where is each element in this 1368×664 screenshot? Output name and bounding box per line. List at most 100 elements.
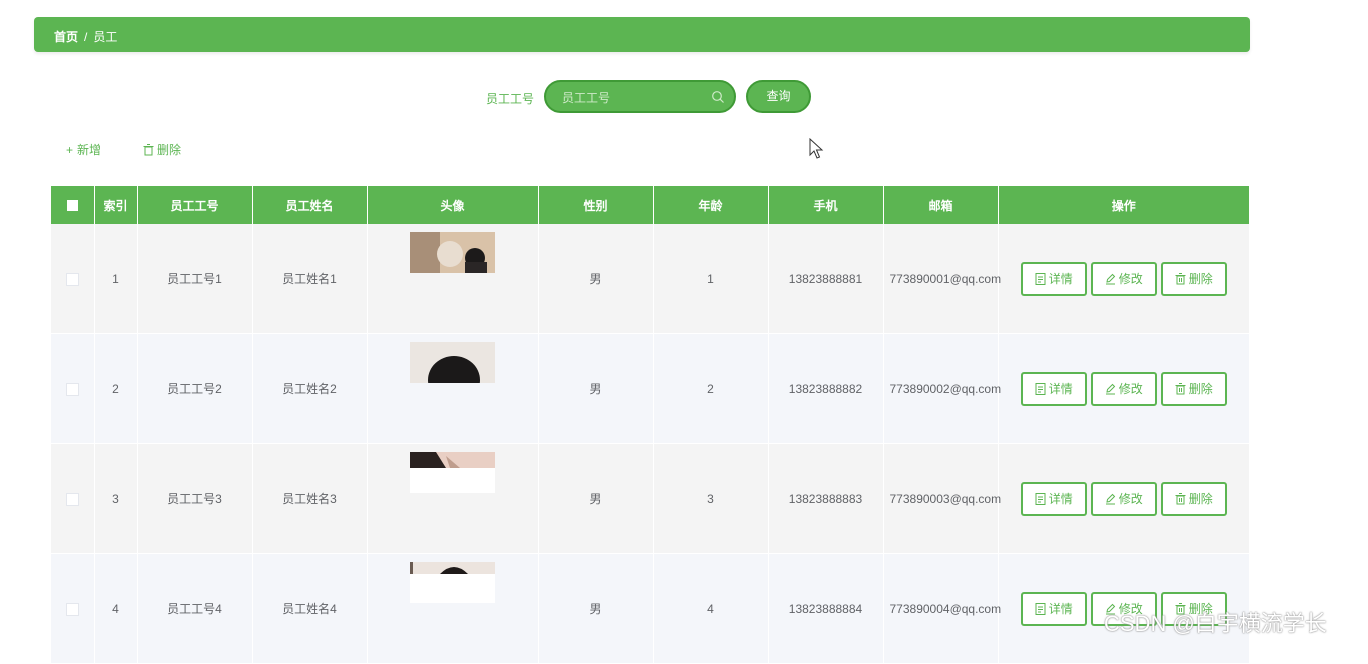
row-checkbox[interactable] — [65, 602, 79, 616]
cell-name: 员工姓名1 — [252, 224, 368, 334]
avatar-photo[interactable] — [410, 342, 495, 383]
breadcrumb-bar: 首页 / 员工 — [34, 17, 1250, 52]
row-delete-label: 删除 — [1188, 491, 1213, 506]
query-button[interactable]: 查询 — [746, 80, 811, 113]
watermark: CSDN @白宇横流学长 — [1104, 611, 1327, 636]
row-checkbox[interactable] — [65, 272, 79, 286]
table-row: 2 员工工号2 员工姓名2 男 2 13823888882 773890002@qq.com… — [51, 333, 1249, 444]
search-label: 员工工号 — [486, 92, 535, 106]
cell-avatar — [367, 224, 539, 334]
edit-label: 修改 — [1118, 491, 1143, 506]
cell-gender: 男 — [538, 553, 654, 664]
detail-label: 详情 — [1048, 601, 1073, 616]
edit-label: 修改 — [1118, 271, 1143, 286]
detail-button[interactable]: 详情 — [1020, 371, 1087, 406]
cell-gender: 男 — [538, 333, 654, 444]
cell-email: 773890004@qq.com — [883, 553, 1002, 664]
cell-email: 773890003@qq.com — [883, 443, 1002, 554]
cell-index: 4 — [94, 553, 138, 664]
row-checkbox-cell[interactable] — [51, 333, 95, 444]
cell-actions: 详情 修改 删除 — [998, 333, 1249, 444]
row-delete-button[interactable]: 删除 — [1160, 261, 1227, 296]
edit-icon — [1105, 383, 1115, 394]
row-checkbox[interactable] — [65, 382, 79, 396]
table-row: 1 员工工号1 员工姓名1 男 1 13823888881 773890001@qq.com… — [51, 224, 1249, 334]
avatar-photo[interactable] — [410, 562, 495, 603]
avatar-photo[interactable] — [410, 232, 495, 273]
edit-button[interactable]: 修改 — [1090, 371, 1157, 406]
add-button-label: 新增 — [77, 143, 102, 157]
cell-avatar — [367, 333, 539, 444]
edit-button[interactable]: 修改 — [1090, 261, 1157, 296]
document-icon — [1035, 602, 1046, 615]
batch-delete-button[interactable]: 删除 — [143, 141, 181, 158]
cell-avatar — [367, 443, 539, 554]
breadcrumb: 首页 / 员工 — [54, 28, 117, 45]
select-all-checkbox-cell[interactable] — [51, 186, 95, 224]
cell-actions: 详情 修改 删除 — [998, 224, 1249, 334]
table-header-row: 索引 员工工号 员工姓名 头像 性别 年龄 手机 邮箱 操作 — [51, 186, 1249, 224]
email-text: 773890004@qq.com — [889, 601, 1002, 616]
cell-avatar — [367, 553, 539, 664]
cell-index: 1 — [94, 224, 138, 334]
cell-emp-no: 员工工号1 — [137, 224, 253, 334]
search-input[interactable] — [560, 88, 714, 108]
email-text: 773890003@qq.com — [889, 491, 1002, 506]
plus-icon: + — [66, 143, 74, 157]
col-header-avatar: 头像 — [367, 186, 539, 224]
cell-index: 3 — [94, 443, 138, 554]
mouse-cursor-icon — [809, 138, 824, 159]
col-header-age: 年龄 — [653, 186, 769, 224]
row-delete-button[interactable]: 删除 — [1160, 481, 1227, 516]
document-icon — [1035, 492, 1046, 505]
email-text: 773890001@qq.com — [889, 271, 1002, 286]
email-text: 773890002@qq.com — [889, 381, 1002, 396]
row-delete-button[interactable]: 删除 — [1160, 371, 1227, 406]
row-checkbox[interactable] — [65, 492, 79, 506]
col-header-index: 索引 — [94, 186, 138, 224]
add-button[interactable]: + 新增 — [66, 141, 101, 158]
trash-icon — [1175, 272, 1186, 284]
cell-age: 3 — [653, 443, 769, 554]
table-row: 3 员工工号3 员工姓名3 男 3 13823888883 773890003@qq.com… — [51, 443, 1249, 554]
trash-icon — [1175, 492, 1186, 504]
search-field[interactable] — [544, 80, 736, 113]
detail-button[interactable]: 详情 — [1020, 481, 1087, 516]
row-delete-label: 删除 — [1188, 271, 1213, 286]
row-delete-label: 删除 — [1188, 381, 1213, 396]
cell-index: 2 — [94, 333, 138, 444]
cell-phone: 13823888882 — [768, 333, 884, 444]
cell-age: 1 — [653, 224, 769, 334]
cell-age: 4 — [653, 553, 769, 664]
breadcrumb-home[interactable]: 首页 — [54, 30, 78, 44]
row-checkbox-cell[interactable] — [51, 553, 95, 664]
avatar-photo[interactable] — [410, 452, 495, 493]
edit-icon — [1105, 493, 1115, 504]
col-header-email: 邮箱 — [883, 186, 999, 224]
detail-button[interactable]: 详情 — [1020, 261, 1087, 296]
cell-emp-no: 员工工号4 — [137, 553, 253, 664]
cell-phone: 13823888884 — [768, 553, 884, 664]
breadcrumb-current: 员工 — [93, 30, 118, 44]
document-icon — [1035, 382, 1046, 395]
detail-label: 详情 — [1048, 491, 1073, 506]
cell-gender: 男 — [538, 224, 654, 334]
col-header-name: 员工姓名 — [252, 186, 368, 224]
detail-button[interactable]: 详情 — [1020, 591, 1087, 626]
trash-icon — [1175, 382, 1186, 394]
breadcrumb-separator: / — [84, 30, 88, 44]
edit-label: 修改 — [1118, 381, 1143, 396]
edit-button[interactable]: 修改 — [1090, 481, 1157, 516]
row-checkbox-cell[interactable] — [51, 224, 95, 334]
detail-label: 详情 — [1048, 271, 1073, 286]
table-row: 4 员工工号4 员工姓名4 男 4 13823888884 773890004@qq.com… — [51, 553, 1249, 664]
employee-table: 索引 员工工号 员工姓名 头像 性别 年龄 手机 邮箱 操作 1 员工工号1 员工姓… — [51, 186, 1249, 664]
cell-name: 员工姓名2 — [252, 333, 368, 444]
row-checkbox-cell[interactable] — [51, 443, 95, 554]
detail-label: 详情 — [1048, 381, 1073, 396]
col-header-actions: 操作 — [998, 186, 1249, 224]
search-icon — [712, 91, 724, 103]
select-all-checkbox[interactable] — [66, 200, 78, 212]
cell-email: 773890001@qq.com — [883, 224, 1002, 334]
cell-phone: 13823888883 — [768, 443, 884, 554]
